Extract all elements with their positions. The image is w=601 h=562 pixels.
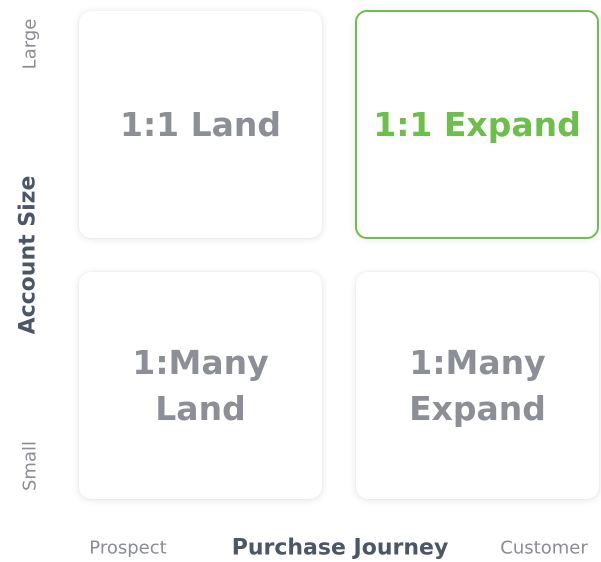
- quadrant-matrix: 1:1 Land 1:1 Expand 1:Many Land 1:Many E…: [0, 0, 601, 562]
- quadrant-label: 1:1 Land: [119, 104, 282, 144]
- x-axis-title: Purchase Journey: [231, 535, 449, 561]
- quadrant-1-1-land[interactable]: 1:1 Land: [79, 11, 322, 238]
- x-axis-low-label: Prospect: [89, 537, 167, 559]
- quadrant-label: 1:1 Expand: [373, 104, 581, 144]
- quadrant-1-many-expand[interactable]: 1:Many Expand: [356, 272, 599, 499]
- x-axis-high-label: Customer: [500, 537, 588, 559]
- y-axis-high-label: Large: [19, 18, 41, 70]
- y-axis-title: Account Size: [15, 175, 41, 335]
- y-axis-low-label: Small: [19, 441, 41, 491]
- quadrant-label: 1:Many Land: [132, 342, 269, 428]
- quadrant-label: 1:Many Expand: [409, 342, 546, 428]
- quadrant-1-1-expand[interactable]: 1:1 Expand: [355, 10, 599, 239]
- quadrant-1-many-land[interactable]: 1:Many Land: [79, 272, 322, 499]
